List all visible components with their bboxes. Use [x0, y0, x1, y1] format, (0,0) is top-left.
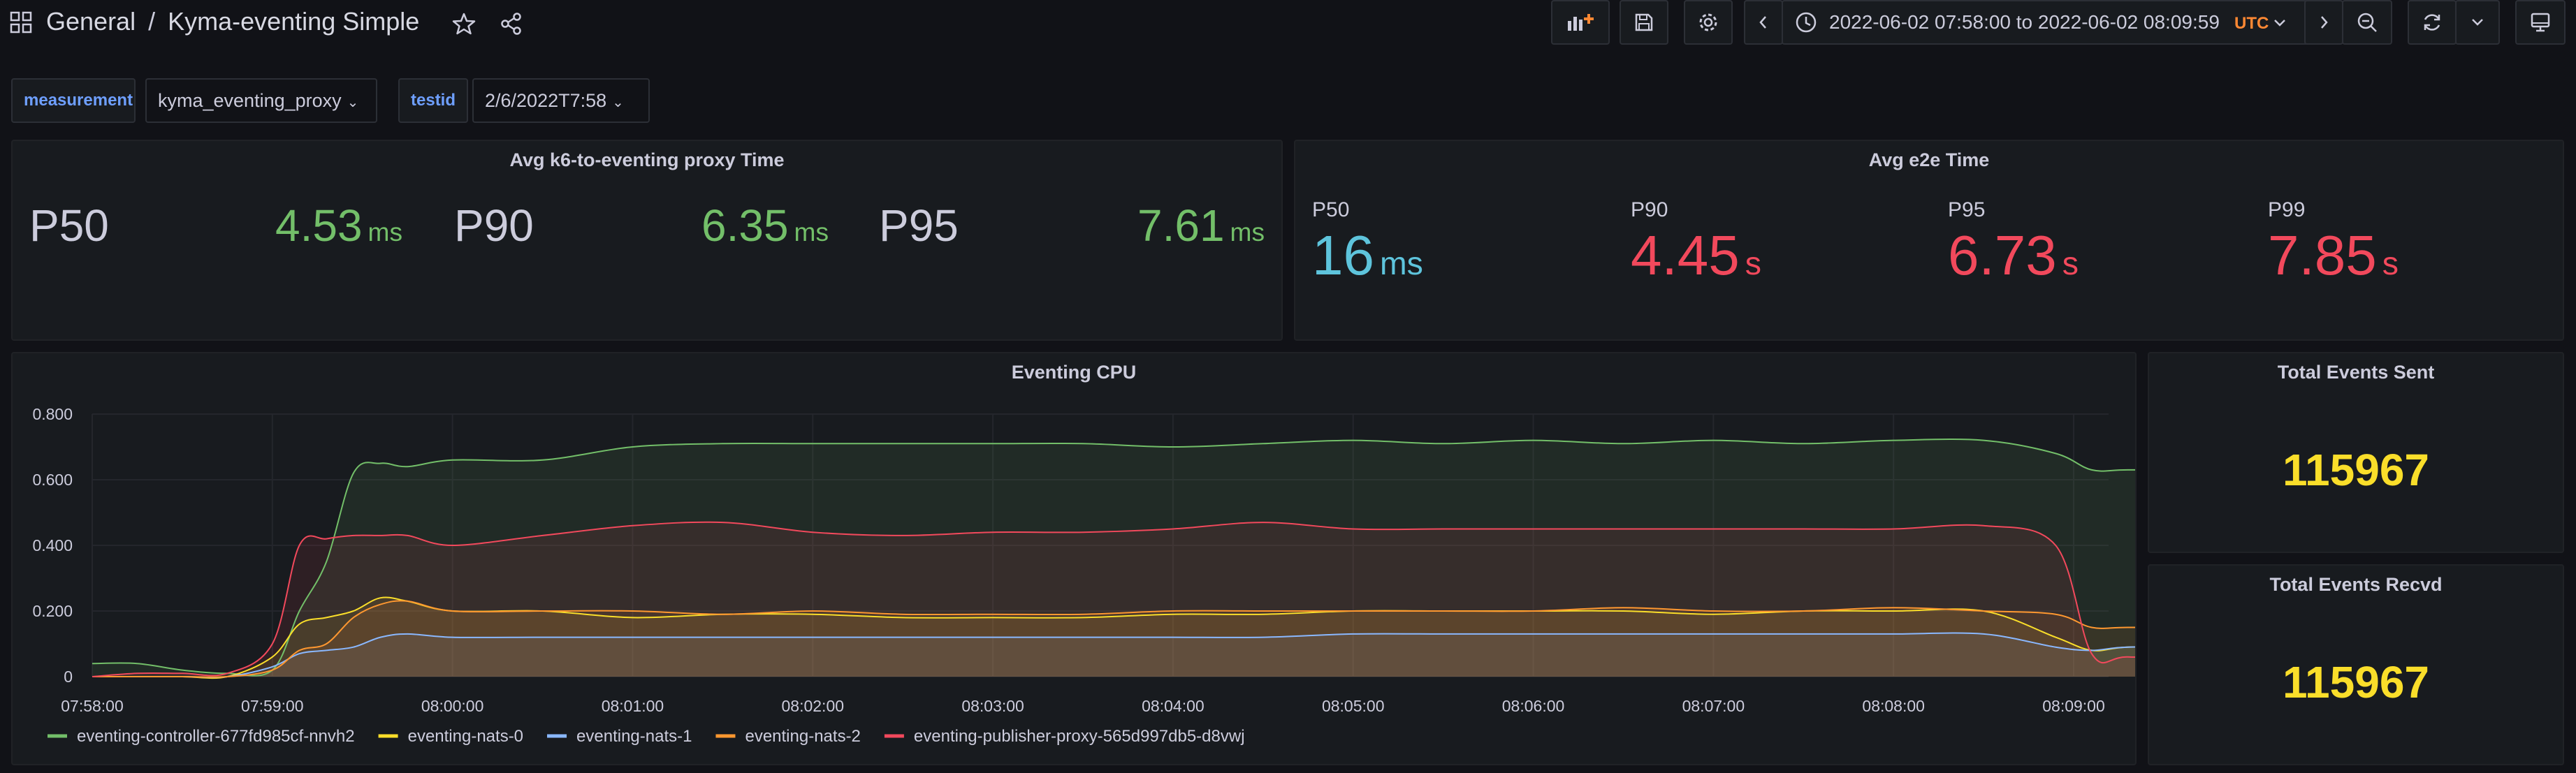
chevron-right-icon [2321, 16, 2328, 29]
e2e-time-panel[interactable]: Avg e2e Time P50 16 ms P90 4.45 s P95 6.73… [1294, 140, 2564, 341]
measurement-variable-label: measurement [11, 78, 136, 123]
time-range-label[interactable]: 2022-06-02 07:58:00 to 2022-06-02 08:09:… [1829, 11, 2220, 34]
x-tick-label: 08:01:00 [602, 697, 664, 715]
stat-name-p90: P90 [454, 200, 534, 251]
proxy-time-panel[interactable]: Avg k6-to-eventing proxy Time P50 4.53 ms… [11, 140, 1283, 341]
x-tick-label: 08:07:00 [1682, 697, 1745, 715]
x-tick-label: 08:03:00 [961, 697, 1024, 715]
y-tick-label: 0.200 [32, 602, 73, 620]
stat-name-p50: P50 [29, 200, 109, 251]
stat-value-p90: 6.35 ms [701, 200, 829, 251]
timezone-label: UTC [2234, 14, 2269, 33]
total-events-sent-value: 115967 [2282, 445, 2430, 495]
stat-value-p95: 6.73 s [1948, 224, 2079, 286]
testid-variable-label: testid [398, 78, 468, 123]
settings-button[interactable] [1684, 0, 1733, 45]
gear-icon [1699, 13, 1717, 31]
chevron-left-icon [1759, 16, 1766, 29]
chevron-down-icon[interactable] [2272, 15, 2297, 41]
stat-value-p99: 7.85 s [2268, 224, 2399, 286]
monitor-icon [2531, 13, 2550, 32]
refresh-icon [2424, 14, 2440, 31]
chevron-down-icon: ⌄ [347, 95, 359, 110]
chevron-down-icon [2472, 19, 2483, 26]
x-tick-label: 08:08:00 [1862, 697, 1925, 715]
panel-title: Avg k6-to-eventing proxy Time [509, 149, 785, 170]
y-tick-label: 0.600 [32, 471, 73, 489]
x-tick-label: 08:06:00 [1502, 697, 1565, 715]
total-events-recvd-value: 115967 [2282, 657, 2430, 707]
measurement-variable-select[interactable]: kyma_eventing_proxy ⌄ [145, 78, 377, 123]
legend-label: eventing-nats-2 [745, 727, 860, 746]
stat-name-p95: P95 [1948, 198, 1986, 221]
testid-variable-value: 2/6/2022T7:58 [485, 90, 607, 111]
legend-label: eventing-nats-0 [408, 727, 523, 746]
y-tick-label: 0.400 [32, 536, 73, 554]
add-panel-icon [1568, 14, 1594, 31]
stat-name-p99: P99 [2268, 198, 2306, 221]
time-back-button[interactable] [1744, 0, 1783, 45]
eventing-cpu-panel[interactable]: Eventing CPU 0 0.200 0.400 0.600 0.800 07:58:… [11, 352, 2137, 765]
legend-label: eventing-publisher-proxy-565d997db5-d8vw… [914, 727, 1245, 746]
x-tick-label: 08:02:00 [782, 697, 845, 715]
folder-link[interactable]: General [46, 7, 136, 36]
x-tick-label: 08:05:00 [1322, 697, 1385, 715]
x-tick-label: 07:59:00 [241, 697, 304, 715]
zoom-out-button[interactable] [2342, 0, 2392, 45]
save-dashboard-button[interactable] [1620, 0, 1668, 45]
total-events-recvd-panel[interactable]: Total Events Recvd 115967 [2148, 564, 2564, 765]
breadcrumb: General / Kyma-eventing Simple [46, 7, 419, 36]
testid-variable-select[interactable]: 2/6/2022T7:58 ⌄ [472, 78, 650, 123]
total-events-sent-panel[interactable]: Total Events Sent 115967 [2148, 352, 2564, 553]
clock-icon [1794, 10, 1819, 36]
tv-mode-button[interactable] [2515, 0, 2566, 45]
measurement-variable-value: kyma_eventing_proxy [158, 90, 342, 111]
legend-label: eventing-controller-677fd985cf-nnvh2 [77, 727, 355, 746]
zoom-out-icon [2357, 13, 2377, 32]
stat-name-p95: P95 [879, 200, 959, 251]
stat-name-p90: P90 [1631, 198, 1668, 221]
y-tick-label: 0.800 [32, 405, 73, 423]
top-navbar: General / Kyma-eventing Simple 2022-06-02 … [0, 0, 2576, 47]
x-tick-label: 08:04:00 [1142, 697, 1205, 715]
save-icon [1635, 13, 1653, 31]
panel-title: Avg e2e Time [1868, 149, 1990, 170]
y-tick-label: 0 [64, 668, 73, 686]
x-tick-label: 08:09:00 [2042, 697, 2105, 715]
stat-value-p50: 4.53 ms [275, 200, 402, 251]
refresh-interval-dropdown[interactable] [2455, 0, 2500, 45]
stat-value-p90: 4.45 s [1631, 224, 1761, 286]
apps-grid-icon[interactable] [10, 11, 32, 34]
legend-label: eventing-nats-1 [576, 727, 692, 746]
breadcrumb-separator: / [148, 7, 156, 36]
add-panel-button[interactable] [1551, 0, 1610, 45]
stat-name-p50: P50 [1312, 198, 1350, 221]
stat-value-p50: 16 ms [1312, 224, 1423, 286]
x-tick-label: 08:00:00 [421, 697, 484, 715]
time-forward-button[interactable] [2304, 0, 2343, 45]
x-tick-label: 07:58:00 [61, 697, 124, 715]
share-icon[interactable] [499, 11, 524, 36]
chevron-down-icon: ⌄ [612, 95, 624, 110]
panel-title: Total Events Recvd [2269, 574, 2443, 595]
star-icon[interactable] [451, 11, 476, 36]
dashboard-title[interactable]: Kyma-eventing Simple [168, 7, 419, 36]
panel-title: Total Events Sent [2277, 362, 2435, 383]
cpu-chart-svg: 0 0.200 0.400 0.600 0.800 07:58:00 07:59:00 08:… [32, 405, 2135, 746]
refresh-button[interactable] [2408, 0, 2457, 45]
stat-value-p95: 7.61 ms [1137, 200, 1265, 251]
